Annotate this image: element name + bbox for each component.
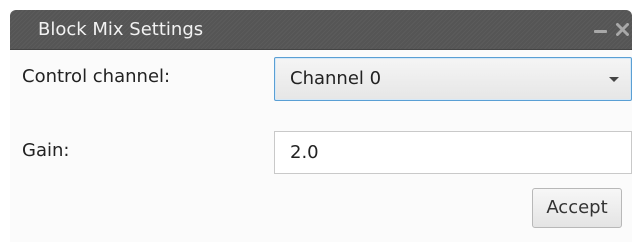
control-channel-label: Control channel: [22,66,171,87]
minimize-icon[interactable] [592,10,610,49]
control-channel-select[interactable]: Channel 0 [274,57,632,101]
control-channel-value: Channel 0 [290,68,382,89]
gain-input[interactable]: 2.0 [274,131,632,174]
dialog-title: Block Mix Settings [38,19,204,40]
accept-button[interactable]: Accept [532,188,622,228]
block-mix-settings-dialog: Block Mix Settings Control channel: Chan… [10,10,632,242]
gain-label: Gain: [22,140,70,161]
chevron-down-icon [609,77,619,82]
title-bar[interactable]: Block Mix Settings [10,10,632,50]
gain-value: 2.0 [290,142,319,163]
close-icon[interactable] [614,10,632,49]
